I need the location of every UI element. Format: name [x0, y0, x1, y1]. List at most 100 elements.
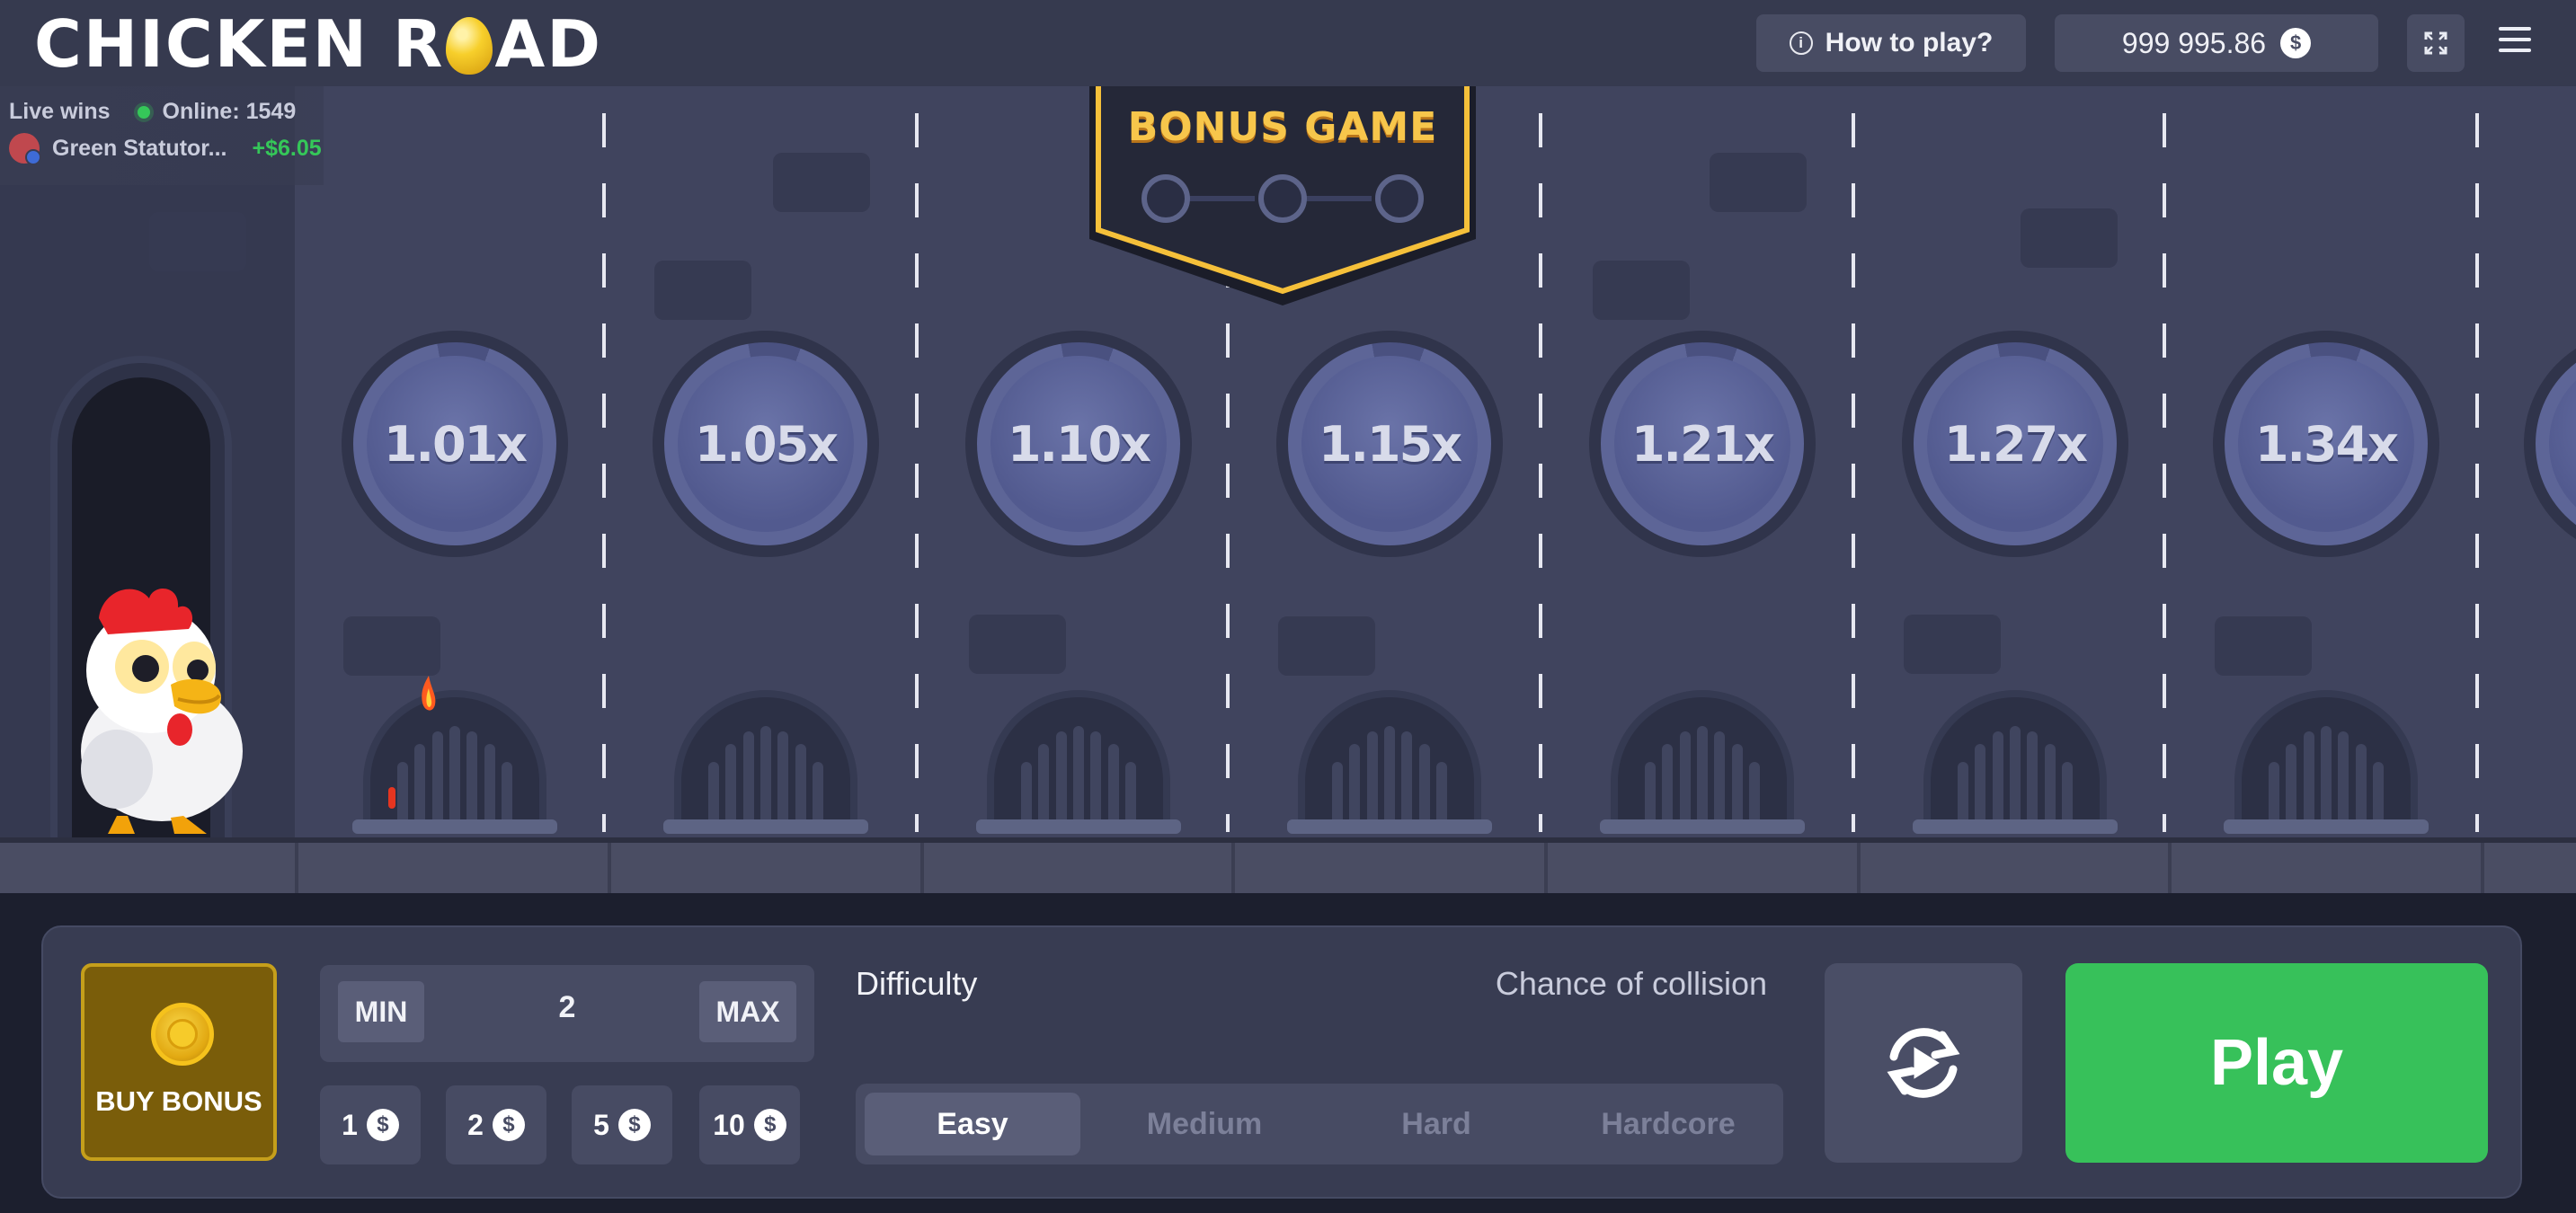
- lane-divider: [2475, 113, 2479, 832]
- multiplier-lane-4[interactable]: 1.15x: [1276, 331, 1503, 557]
- fullscreen-icon: [2424, 31, 2447, 55]
- control-panel: BUY BONUS MIN 2 MAX 1 $ 2 $ 5 $ 10 $ Difficu…: [41, 925, 2522, 1199]
- hamburger-menu-icon[interactable]: [2499, 27, 2531, 59]
- spark: [388, 787, 395, 809]
- multiplier-lane-7[interactable]: 1.34x: [2213, 331, 2439, 557]
- quick-bet-value: 10: [713, 1108, 745, 1141]
- live-wins-label: Live wins: [9, 99, 111, 124]
- multiplier-value: 1.27x: [1927, 356, 2103, 532]
- road-floor: [0, 837, 2576, 893]
- bonus-game-banner: BONUS GAME: [1084, 86, 1481, 311]
- game-root: CHICKEN R AD i How to play? 999 995.86 $: [0, 0, 2576, 1213]
- brick: [969, 615, 1066, 674]
- brick: [654, 261, 751, 320]
- bet-amount-input: MIN 2 MAX: [320, 965, 814, 1062]
- info-icon: i: [1789, 31, 1813, 55]
- quick-bet-10[interactable]: 10 $: [699, 1085, 800, 1164]
- brick: [1710, 153, 1807, 212]
- lane-divider: [602, 113, 606, 832]
- quick-bet-value: 5: [593, 1108, 609, 1141]
- bonus-node: [1375, 174, 1424, 223]
- quick-bet-value: 1: [342, 1108, 358, 1141]
- multiplier-lane-6[interactable]: 1.27x: [1902, 331, 2128, 557]
- online-count: Online: 1549: [137, 99, 296, 125]
- fire-gate: [1913, 690, 2118, 834]
- flame-icon: [422, 676, 436, 711]
- buy-bonus-button[interactable]: BUY BONUS: [81, 963, 277, 1161]
- max-bet-button[interactable]: MAX: [699, 981, 796, 1042]
- multiplier-value: 1.21x: [1614, 356, 1790, 532]
- how-to-play-button[interactable]: i How to play?: [1756, 14, 2026, 72]
- multiplier-lane-5[interactable]: 1.21x: [1589, 331, 1816, 557]
- bonus-progress: [1141, 174, 1426, 225]
- brick: [1593, 261, 1690, 320]
- fullscreen-button[interactable]: [2407, 14, 2465, 72]
- lane-divider: [1852, 113, 1855, 832]
- quick-bet-1[interactable]: 1 $: [320, 1085, 421, 1164]
- multiplier-lane-3[interactable]: 1.10x: [965, 331, 1192, 557]
- online-indicator-icon: [137, 106, 150, 119]
- bonus-node: [1141, 174, 1190, 223]
- fire-gate: [1600, 690, 1805, 834]
- brick: [149, 212, 246, 271]
- logo-text-start: CHICKEN R: [34, 6, 445, 82]
- balance-value: 999 995.86: [2121, 26, 2267, 59]
- multiplier-value: 1.15x: [1301, 356, 1478, 532]
- multiplier-lane-1[interactable]: 1.01x: [342, 331, 568, 557]
- brick: [1904, 615, 2001, 674]
- multiplier-value: 1.05x: [678, 356, 854, 532]
- dollar-coin-icon: $: [617, 1109, 651, 1141]
- chance-of-collision-label: Chance of collision: [1495, 965, 1767, 1002]
- lane-divider: [2163, 113, 2166, 832]
- difficulty-hardcore[interactable]: Hardcore: [1560, 1093, 1776, 1155]
- difficulty-selector: Easy Medium Hard Hardcore: [856, 1084, 1783, 1164]
- fire-gate: [976, 690, 1181, 834]
- quick-bet-5[interactable]: 5 $: [572, 1085, 672, 1164]
- top-bar: CHICKEN R AD i How to play? 999 995.86 $: [0, 0, 2576, 86]
- brick: [343, 616, 440, 676]
- balance-display: 999 995.86 $: [2055, 14, 2378, 72]
- difficulty-hard[interactable]: Hard: [1328, 1093, 1544, 1155]
- difficulty-label: Difficulty: [856, 965, 978, 1002]
- difficulty-easy[interactable]: Easy: [865, 1093, 1080, 1155]
- play-button[interactable]: Play: [2065, 963, 2488, 1163]
- fire-gate: [663, 690, 868, 834]
- dollar-coin-icon: $: [492, 1109, 525, 1141]
- fire-gate: [1287, 690, 1492, 834]
- gold-coin-icon: [151, 1003, 214, 1066]
- chicken-character: [81, 589, 243, 834]
- autoplay-icon: [1887, 1028, 1960, 1098]
- fire-gate: [352, 690, 557, 834]
- winner-name: Green Statutor...: [52, 135, 227, 161]
- bonus-game-title: BONUS GAME: [1127, 104, 1438, 150]
- multiplier-value: 1.01x: [367, 356, 543, 532]
- dollar-coin-icon: $: [366, 1109, 399, 1141]
- logo-text-end: AD: [494, 6, 602, 82]
- dollar-coin-icon: $: [753, 1109, 786, 1141]
- how-to-play-label: How to play?: [1825, 28, 1994, 58]
- quick-bet-2[interactable]: 2 $: [446, 1085, 546, 1164]
- fire-gate: [2224, 690, 2429, 834]
- live-wins-ticker: Live wins Online: 1549 Green Statutor...…: [0, 86, 324, 185]
- win-amount: +$6.05: [252, 135, 322, 161]
- buy-bonus-label: BUY BONUS: [95, 1085, 262, 1117]
- avatar: [9, 133, 41, 165]
- min-bet-button[interactable]: MIN: [338, 981, 424, 1042]
- lane-divider: [915, 113, 919, 832]
- brick: [2021, 208, 2118, 268]
- multiplier-lane-2[interactable]: 1.05x: [653, 331, 879, 557]
- egg-icon: [446, 17, 493, 75]
- multiplier-value: 1.34x: [2238, 356, 2414, 532]
- difficulty-medium[interactable]: Medium: [1097, 1093, 1312, 1155]
- autoplay-button[interactable]: [1825, 963, 2022, 1163]
- brick: [1278, 616, 1375, 676]
- multiplier-lane-8-partial: [2524, 331, 2576, 557]
- brick: [773, 153, 870, 212]
- logo: CHICKEN R AD: [34, 9, 602, 79]
- bonus-node: [1258, 174, 1307, 223]
- dollar-coin-icon: $: [2280, 28, 2312, 58]
- bet-value[interactable]: 2: [455, 990, 680, 1025]
- brick: [2215, 616, 2312, 676]
- quick-bet-value: 2: [467, 1108, 484, 1141]
- lane-divider: [1539, 113, 1542, 832]
